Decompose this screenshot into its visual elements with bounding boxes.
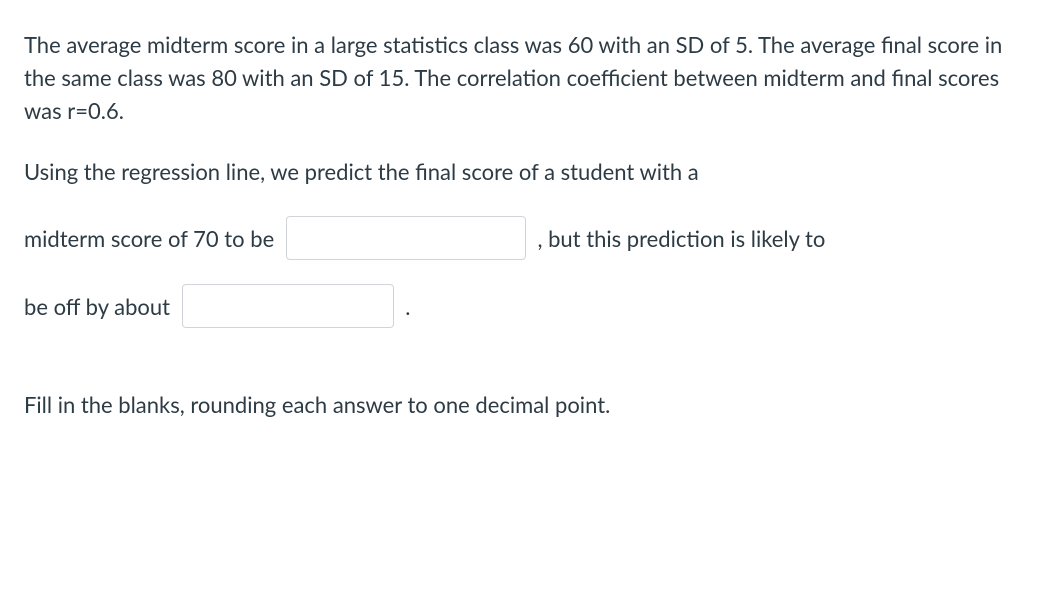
fill-line-2: be off by about .: [24, 284, 1016, 328]
prediction-input[interactable]: [286, 216, 526, 260]
text-segment-midterm: midterm score of 70 to be: [24, 222, 280, 255]
text-segment-period: .: [400, 290, 411, 323]
text-segment-beoff: be off by about: [24, 290, 176, 323]
text-segment-but: , but this prediction is likely to: [532, 222, 826, 255]
problem-statement: The average midterm score in a large sta…: [24, 28, 1016, 127]
instruction-text: Fill in the blanks, rounding each answer…: [24, 388, 1016, 421]
fill-line-1: midterm score of 70 to be , but this pre…: [24, 216, 1016, 260]
error-input[interactable]: [182, 284, 394, 328]
question-intro: Using the regression line, we predict th…: [24, 155, 1016, 188]
